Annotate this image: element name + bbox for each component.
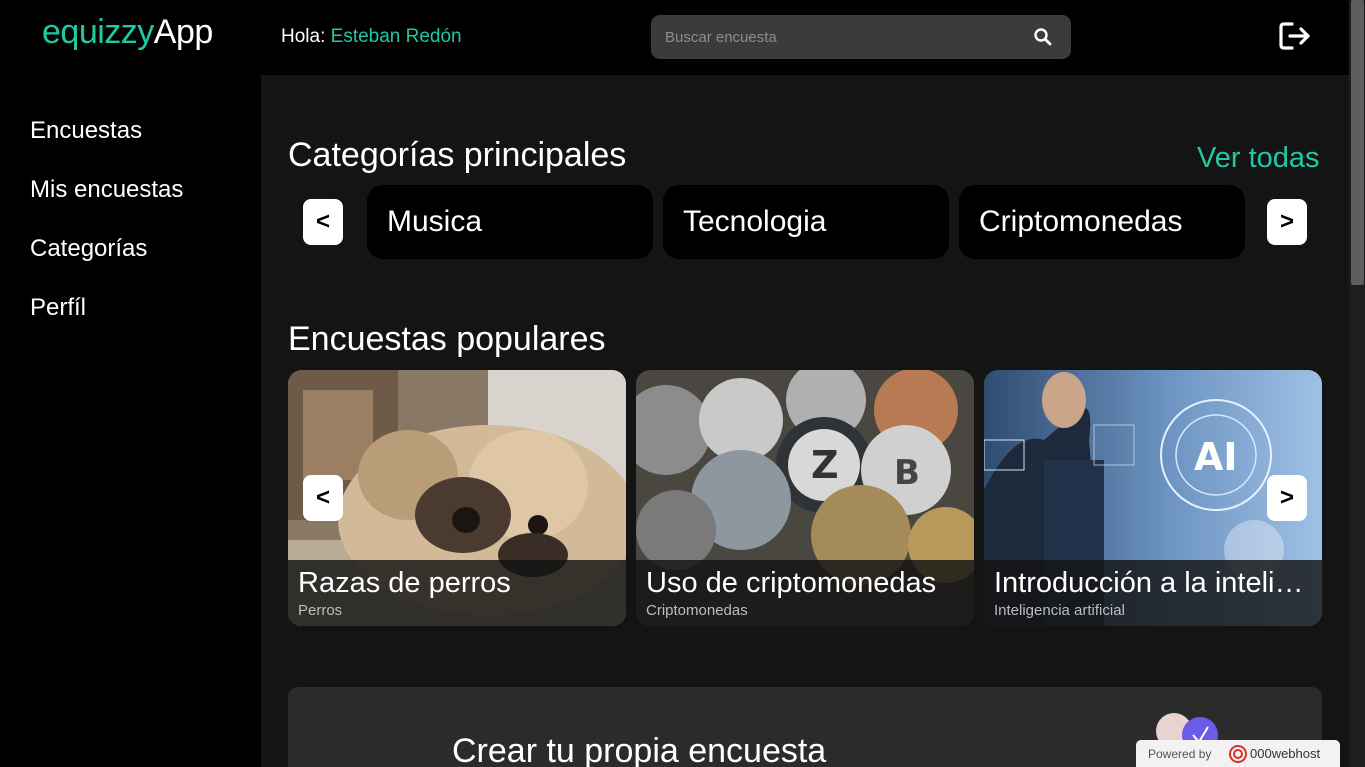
sidebar-item-categorias[interactable]: Categorías (30, 235, 147, 263)
greeting: Hola: Esteban Redón (281, 26, 462, 48)
category-label: Tecnologia (683, 205, 827, 238)
card-title: Introducción a la inteligencia artificia… (994, 567, 1309, 599)
popular-surveys-title: Encuestas populares (288, 320, 606, 358)
logo-text-primary: equizzy (42, 13, 154, 51)
svg-text:Z: Z (811, 443, 839, 487)
category-card-tecnologia[interactable]: Tecnologia (663, 185, 949, 259)
sidebar: Encuestas Mis encuestas Categorías Perfí… (0, 75, 261, 767)
popular-next-button[interactable]: > (1267, 475, 1307, 521)
category-card-musica[interactable]: Musica (367, 185, 653, 259)
svg-text:AI: AI (1194, 435, 1238, 479)
create-survey-title: Crear tu propia encuesta (452, 732, 827, 767)
popular-prev-button[interactable]: < (303, 475, 343, 521)
sidebar-item-encuestas[interactable]: Encuestas (30, 117, 142, 145)
categories-title: Categorías principales (288, 136, 627, 174)
card-caption: Razas de perros Perros (288, 560, 626, 626)
categories-next-button[interactable]: > (1267, 199, 1307, 245)
search-input[interactable] (651, 15, 1021, 59)
card-title: Razas de perros (298, 567, 511, 599)
sidebar-item-mis-encuestas[interactable]: Mis encuestas (30, 176, 183, 204)
category-label: Musica (387, 205, 483, 238)
greeting-prefix: Hola: (281, 26, 326, 47)
host-name: 000webhost (1250, 746, 1321, 761)
powered-by-label: Powered by (1148, 747, 1212, 761)
sidebar-item-perfil[interactable]: Perfíl (30, 294, 86, 322)
user-name: Esteban Redón (330, 26, 462, 47)
000webhost-logo-icon (1229, 745, 1247, 763)
survey-card-uso-de-criptomonedas[interactable]: Z B Uso de criptomonedas Criptomonedas (636, 370, 974, 626)
category-card-criptomonedas[interactable]: Criptomonedas (959, 185, 1245, 259)
card-caption: Introducción a la inteligencia artificia… (984, 560, 1322, 626)
logout-icon[interactable] (1278, 20, 1312, 52)
card-caption: Uso de criptomonedas Criptomonedas (636, 560, 974, 626)
card-category: Perros (298, 602, 343, 619)
category-label: Criptomonedas (979, 205, 1183, 238)
search-bar (651, 15, 1071, 59)
scrollbar-thumb[interactable] (1351, 0, 1364, 285)
see-all-categories-link[interactable]: Ver todas (1197, 140, 1320, 176)
app-logo[interactable]: equizzyApp (42, 12, 213, 52)
svg-text:B: B (894, 453, 920, 493)
search-icon[interactable] (1033, 27, 1053, 47)
categories-prev-button[interactable]: < (303, 199, 343, 245)
hosting-badge[interactable]: Powered by 000webhost (1136, 740, 1340, 767)
card-category: Inteligencia artificial (994, 602, 1125, 619)
logo-text-secondary: App (153, 13, 214, 51)
card-title: Uso de criptomonedas (646, 567, 937, 599)
card-category: Criptomonedas (646, 602, 748, 619)
